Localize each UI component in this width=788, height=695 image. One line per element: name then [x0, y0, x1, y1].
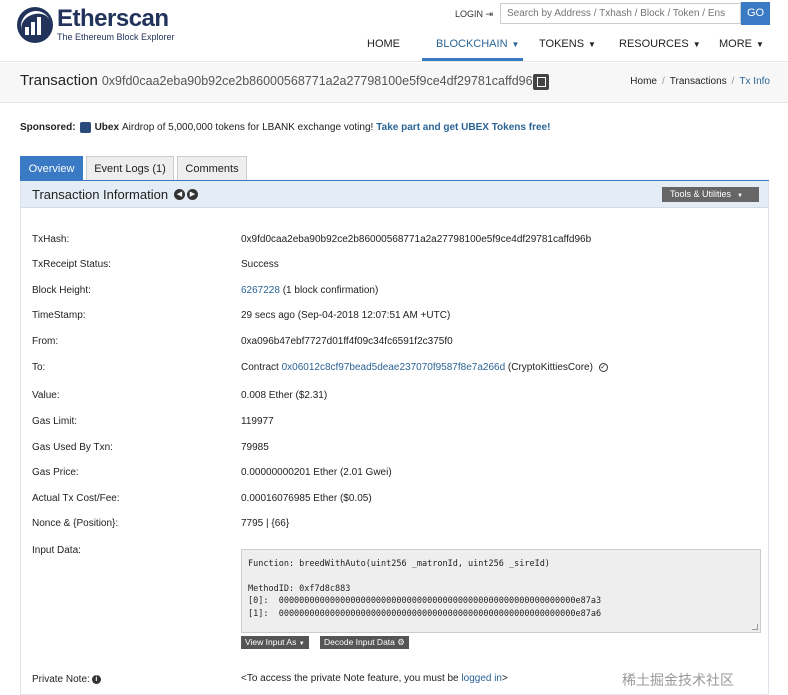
copy-icon[interactable]: [533, 74, 549, 90]
sponsor-brand: Ubex: [94, 122, 120, 133]
decode-input-button[interactable]: Decode Input Data ⚙: [320, 636, 409, 649]
prev-tx-icon[interactable]: ◀: [174, 189, 185, 200]
timestamp-label: TimeStamp:: [32, 310, 86, 321]
ubex-logo-icon: [79, 122, 91, 133]
block-height-value: 6267228 (1 block confirmation): [241, 285, 378, 296]
chevron-down-icon: ▼: [298, 641, 305, 647]
gas-limit-value: 119977: [241, 416, 274, 427]
gas-price-label: Gas Price:: [32, 467, 79, 478]
page-title-bar: Transaction 0x9fd0caa2eba90b92ce2b8600056…: [0, 63, 788, 103]
value-label: Value:: [32, 390, 60, 401]
chevron-down-icon: ▼: [737, 193, 743, 199]
watermark: 稀土掘金技术社区: [622, 672, 734, 688]
sponsor-cta-link[interactable]: Take part and get UBEX Tokens free!: [376, 122, 550, 133]
chevron-down-icon: ▼: [511, 40, 520, 49]
site-header: Etherscan The Ethereum Block Explorer LO…: [0, 0, 788, 62]
brand-name: Etherscan: [57, 5, 169, 32]
status-value: Success: [241, 259, 279, 270]
resize-handle[interactable]: [752, 624, 758, 630]
input-data-textarea[interactable]: Function: breedWithAuto(uint256 _matronI…: [241, 549, 761, 633]
login-icon: ⇥: [485, 9, 494, 19]
go-button[interactable]: GO: [741, 2, 770, 25]
view-input-as-button[interactable]: View Input As ▼: [241, 636, 309, 649]
breadcrumb: Home / Transactions / Tx Info: [630, 76, 770, 87]
title-tx-hash: 0x9fd0caa2eba90b92ce2b86000568771a2a2779…: [101, 74, 540, 88]
to-value: Contract 0x06012c8cf97bead5deae237070f95…: [241, 362, 608, 373]
to-label: To:: [32, 362, 46, 373]
tx-cost-label: Actual Tx Cost/Fee:: [32, 493, 120, 504]
gear-icon: ⚙: [397, 637, 405, 647]
input-param-0: [0]: 00000000000000000000000000000000000…: [248, 596, 602, 606]
to-prefix: Contract: [241, 362, 279, 373]
gas-limit-label: Gas Limit:: [32, 416, 78, 427]
gas-used-value: 79985: [241, 442, 269, 453]
next-tx-icon[interactable]: ▶: [187, 189, 198, 200]
nonce-label: Nonce & {Position}:: [32, 518, 119, 529]
nav-item-home[interactable]: HOME: [367, 38, 400, 50]
sponsor-label: Sponsored:: [20, 122, 76, 133]
value-value: 0.008 Ether ($2.31): [241, 390, 328, 401]
txhash-label: TxHash:: [32, 234, 70, 245]
nav-item-more[interactable]: MORE ▼: [719, 38, 764, 50]
main-nav: HOME BLOCKCHAIN ▼ TOKENS ▼ RESOURCES ▼ MORE…: [0, 36, 788, 61]
to-contract-name: (CryptoKittiesCore): [507, 362, 593, 373]
input-method-id: MethodID: 0xf7d8c883: [248, 583, 351, 594]
page-title: Transaction 0x9fd0caa2eba90b92ce2b8600056…: [20, 72, 540, 89]
info-icon[interactable]: i: [91, 674, 101, 684]
breadcrumb-transactions[interactable]: Transactions: [670, 76, 727, 87]
breadcrumb-home[interactable]: Home: [630, 76, 657, 87]
tab-overview[interactable]: Overview: [20, 156, 83, 181]
search-input[interactable]: [500, 3, 741, 24]
chevron-down-icon: ▼: [756, 40, 764, 49]
login-link[interactable]: LOGIN ⇥: [455, 9, 493, 20]
gas-price-value: 0.00000000201 Ether (2.01 Gwei): [241, 467, 392, 478]
input-data-label: Input Data:: [32, 545, 81, 556]
timestamp-value: 29 secs ago (Sep-04-2018 12:07:51 AM +UT…: [241, 310, 451, 321]
login-link-inline[interactable]: logged in: [461, 673, 502, 684]
nav-item-tokens[interactable]: TOKENS ▼: [539, 38, 596, 50]
panel-title: Transaction Information: [32, 187, 169, 202]
to-contract-link[interactable]: 0x06012c8cf97bead5deae237070f9587f8e7a26…: [282, 362, 506, 373]
block-height-link[interactable]: 6267228: [241, 285, 280, 296]
private-note-value: <To access the private Note feature, you…: [241, 673, 508, 684]
gas-used-label: Gas Used By Txn:: [32, 442, 113, 453]
nav-item-blockchain[interactable]: BLOCKCHAIN ▼: [436, 38, 519, 50]
chevron-down-icon: ▼: [692, 40, 701, 49]
panel-header: Transaction Information ◀ ▶ Tools & Util…: [21, 181, 768, 208]
nonce-value: 7795 | {66}: [241, 518, 290, 529]
txhash-value: 0x9fd0caa2eba90b92ce2b86000568771a2a2779…: [241, 234, 592, 245]
from-address-link[interactable]: 0xa096b47ebf7727d01ff4f09c34fc6591f2c375…: [241, 336, 453, 347]
sponsor-banner: Sponsored: Ubex Airdrop of 5,000,000 tok…: [20, 122, 550, 133]
nav-active-indicator: [422, 58, 523, 61]
breadcrumb-current: Tx Info: [739, 76, 770, 87]
chevron-down-icon: ▼: [588, 40, 596, 49]
nav-item-resources[interactable]: RESOURCES ▼: [619, 38, 701, 50]
input-function: Function: breedWithAuto(uint256 _matronI…: [248, 559, 550, 569]
block-confirmations: (1 block confirmation): [282, 285, 379, 296]
tx-cost-value: 0.00016076985 Ether ($0.05): [241, 493, 372, 504]
from-label: From:: [32, 336, 59, 347]
sponsor-text: Airdrop of 5,000,000 tokens for LBANK ex…: [122, 122, 374, 133]
verified-check-icon: ✓: [598, 362, 608, 372]
block-height-label: Block Height:: [32, 285, 91, 296]
input-param-1: [1]: 00000000000000000000000000000000000…: [248, 608, 602, 619]
tools-utilities-button[interactable]: Tools & Utilities ▼: [662, 187, 759, 202]
tab-comments[interactable]: Comments: [177, 156, 247, 181]
tab-event-logs[interactable]: Event Logs (1): [86, 156, 174, 181]
status-label: TxReceipt Status:: [32, 259, 111, 270]
private-note-label: Private Note: i: [32, 674, 101, 685]
